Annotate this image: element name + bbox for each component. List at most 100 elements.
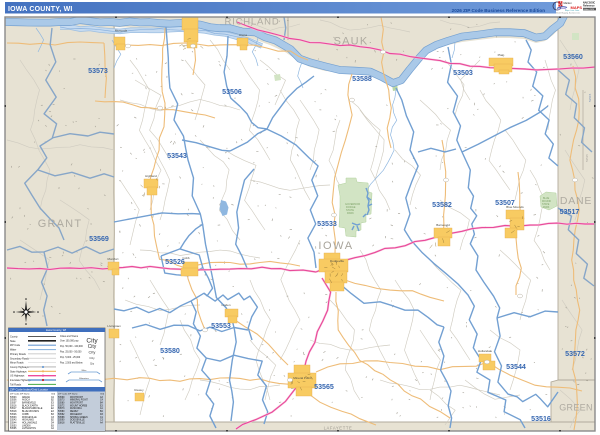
svg-text:Secondary Roads: Secondary Roads [10,357,30,360]
svg-text:53565: 53565 [10,428,17,430]
svg-text:BLUE MOUNDS: BLUE MOUNDS [22,411,39,413]
svg-text:Barneveld: Barneveld [436,223,450,227]
svg-text:53543: 53543 [10,420,17,422]
svg-text:ZIP Code: ZIP Code [10,344,21,347]
svg-text:Primary Roads: Primary Roads [10,353,27,356]
svg-text:53518: 53518 [10,411,17,413]
svg-text:MINERAL POINT: MINERAL POINT [70,399,88,402]
svg-text:Toll Roads: Toll Roads [10,383,22,386]
svg-text:Rewey: Rewey [134,388,144,392]
svg-text:County Highways: County Highways [10,366,29,369]
svg-text:Dodgeville: Dodgeville [330,259,344,263]
svg-text:GRANT: GRANT [38,218,83,230]
svg-text:Cities and Towns: Cities and Towns [60,335,79,338]
svg-text:Pop. 2,500 and Below: Pop. 2,500 and Below [60,363,83,365]
svg-text:53560: 53560 [563,53,583,61]
svg-text:53533: 53533 [10,417,17,419]
svg-text:DANE: DANE [560,195,592,207]
svg-text:PARK: PARK [347,211,354,215]
svg-text:53544: 53544 [10,422,17,424]
svg-text:53553: 53553 [10,425,17,427]
svg-text:53533: 53533 [317,220,337,228]
svg-text:Arena: Arena [239,33,247,37]
svg-text:53582: 53582 [432,201,452,209]
svg-text:53517: 53517 [560,208,580,216]
svg-text:53573: 53573 [88,67,108,75]
svg-text:Over 100,000 pop: Over 100,000 pop [60,340,79,343]
svg-text:Plain: Plain [498,53,505,57]
svg-text:Minor Roads: Minor Roads [10,362,24,365]
svg-text:53590: 53590 [58,420,65,422]
svg-text:Edition 2026: Edition 2026 [584,8,595,11]
svg-text:53582: 53582 [58,414,65,416]
svg-text:RIDGEWAY: RIDGEWAY [70,413,83,416]
svg-text:53818: 53818 [58,422,65,424]
svg-text:ZIP Code ZIP Name: ZIP Code ZIP Name [58,394,78,396]
svg-text:LIVINGSTON: LIVINGSTON [22,428,36,430]
svg-text:53572: 53572 [565,350,585,358]
svg-text:Iowa County, WI: Iowa County, WI [46,328,67,332]
svg-text:IOWA COUNTY, WI: IOWA COUNTY, WI [8,6,73,13]
svg-text:PARK: PARK [543,206,550,209]
svg-text:DODGEVILLE: DODGEVILLE [22,417,37,419]
svg-text:AVOCA: AVOCA [22,399,30,402]
svg-text:ZIP Code Index/Grid Locator: ZIP Code Index/Grid Locator [10,388,48,392]
svg-text:MONTFORT: MONTFORT [70,403,84,405]
svg-text:53515: 53515 [585,154,589,162]
svg-text:Muscoda: Muscoda [115,29,128,33]
svg-text:PLATTEVILLE: PLATTEVILLE [70,421,85,424]
svg-text:Kilometers: Kilometers [79,377,88,380]
svg-text:DODGEVILLE: DODGEVILLE [70,420,85,422]
svg-text:BLACK EARTH: BLACK EARTH [22,404,38,407]
svg-text:Blue Mounds: Blue Mounds [506,205,524,209]
svg-text:53506: 53506 [10,400,17,402]
svg-text:Cobb: Cobb [182,256,190,260]
svg-text:53503: 53503 [453,69,473,77]
svg-text:53526: 53526 [10,414,17,416]
svg-text:ARENA: ARENA [22,396,30,399]
svg-text:53516: 53516 [10,405,17,407]
svg-text:LINDEN: LINDEN [22,425,31,427]
svg-text:53515: 53515 [588,93,592,102]
svg-text:53565: 53565 [314,383,334,391]
svg-text:53588: 53588 [58,417,65,419]
svg-text:City: City [89,350,96,355]
svg-text:53543: 53543 [167,152,187,160]
svg-text:SAUK: SAUK [334,36,369,48]
svg-text:53588: 53588 [352,75,372,83]
svg-text:53569: 53569 [89,235,109,243]
svg-text:Hollandale: Hollandale [478,349,493,353]
svg-text:MUSCODA: MUSCODA [70,407,82,410]
svg-text:ZIP Code ZIP Name: ZIP Code ZIP Name [10,394,30,396]
svg-text:HIGHLAND: HIGHLAND [22,419,34,422]
svg-text:53517: 53517 [10,408,17,410]
svg-text:53580: 53580 [160,347,180,355]
svg-text:State: State [10,340,16,343]
svg-text:53503: 53503 [10,397,17,399]
svg-text:Pop. 25,000 - 50,000: Pop. 25,000 - 50,000 [60,352,82,354]
svg-text:Linden: Linden [221,303,230,307]
svg-text:State Highways: State Highways [10,370,27,373]
svg-text:Miles: Miles [82,370,87,372]
svg-text:53573: 53573 [58,408,65,410]
svg-text:LAFAYETTE: LAFAYETTE [324,426,353,431]
svg-text:GREEN: GREEN [559,403,593,413]
svg-text:53553: 53553 [211,322,231,330]
svg-text:County: County [10,336,18,339]
svg-text:RICHLAND: RICHLAND [225,17,280,28]
svg-text:53544: 53544 [506,363,526,371]
svg-text:53580: 53580 [58,411,65,413]
svg-text:COBB: COBB [22,414,29,416]
svg-text:Pop. 5,000 - 25,000: Pop. 5,000 - 25,000 [60,357,81,359]
svg-text:BLANCHARDVILLE: BLANCHARDVILLE [22,407,43,410]
svg-text:53506: 53506 [222,88,242,96]
svg-text:Highland: Highland [145,174,157,178]
svg-text:Montfort: Montfort [107,257,118,261]
svg-text:Reference: Reference [583,5,595,8]
svg-text:SPRING GREEN: SPRING GREEN [70,417,88,419]
svg-text:53573: 53573 [58,400,65,402]
svg-text:Pop. 50,000 - 100,000: Pop. 50,000 - 100,000 [60,346,83,348]
svg-text:53516: 53516 [531,415,551,423]
svg-text:Livingston: Livingston [107,324,121,328]
svg-text:US Highways: US Highways [10,375,25,378]
